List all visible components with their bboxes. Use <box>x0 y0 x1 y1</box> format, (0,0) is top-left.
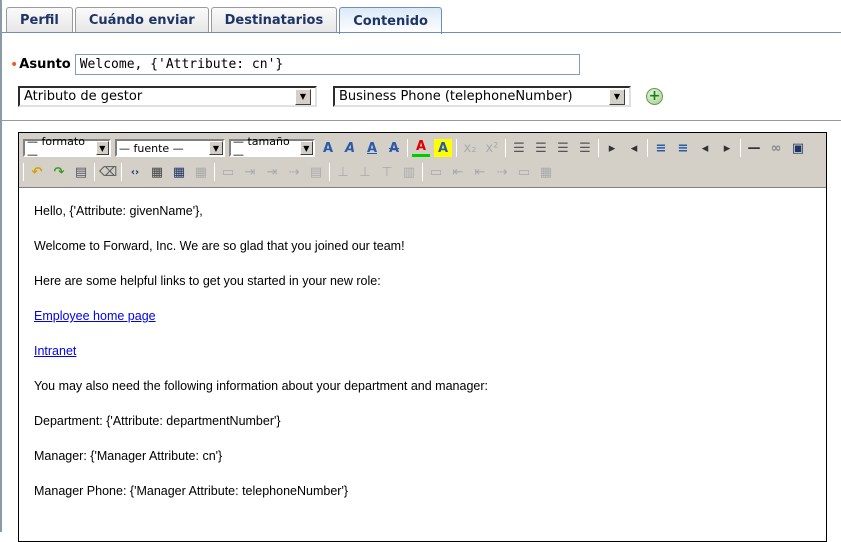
undo-icon[interactable]: ↶ <box>28 163 46 181</box>
ordered-list-icon[interactable]: ≡ <box>652 139 670 157</box>
manager-phone-text: Manager Phone: {'Manager Attribute: tele… <box>34 484 349 498</box>
column-icon[interactable]: ▥ <box>400 163 418 181</box>
chevron-down-icon: ▼ <box>299 141 313 155</box>
bullet-list-icon[interactable]: ≡ <box>674 139 692 157</box>
source-code-icon[interactable]: ‹› <box>126 163 144 181</box>
separator <box>214 163 215 181</box>
size-value: — tamaño — <box>233 135 290 161</box>
outdent-icon[interactable]: ◂ <box>696 139 714 157</box>
separator <box>598 139 599 157</box>
separator <box>407 139 408 157</box>
superscript-icon[interactable]: x² <box>483 139 501 157</box>
font-value: — fuente — <box>119 141 184 155</box>
bold-icon[interactable]: A <box>319 139 337 157</box>
tab-perfil[interactable]: Perfil <box>6 7 73 33</box>
insert-row-before-icon[interactable]: ⇥ <box>241 163 259 181</box>
manager-text: Manager: {'Manager Attribute: cn'} <box>34 449 223 463</box>
chevron-down-icon: ▼ <box>209 141 223 155</box>
table-properties-icon[interactable]: ▦ <box>170 163 188 181</box>
greeting-text: Hello, {'Attribute: givenName'}, <box>34 204 203 218</box>
rtl-icon[interactable]: ◂ <box>625 139 643 157</box>
highlight-icon[interactable]: A <box>434 139 452 157</box>
divider <box>2 120 841 121</box>
size-select[interactable]: — tamaño — ▼ <box>229 135 315 161</box>
insert-col-after-icon[interactable]: ⊥ <box>356 163 374 181</box>
insert-row-after-icon[interactable]: ⇥ <box>263 163 281 181</box>
tab-destinatarios[interactable]: Destinatarios <box>210 7 338 33</box>
copy-row-icon[interactable]: ⇤ <box>471 163 489 181</box>
subscript-icon[interactable]: x₂ <box>461 139 479 157</box>
attribute-select[interactable]: Business Phone (telephoneNumber) ▼ <box>333 86 631 107</box>
paste-row-icon[interactable]: ⇢ <box>493 163 511 181</box>
separator <box>94 163 95 181</box>
insert-col-before-icon[interactable]: ⊥ <box>334 163 352 181</box>
tab-contenido[interactable]: Contenido <box>339 7 442 34</box>
align-right-icon[interactable]: ☰ <box>554 139 572 157</box>
indent-icon[interactable]: ▸ <box>718 139 736 157</box>
image-icon[interactable]: ▣ <box>789 139 807 157</box>
delete-row-icon[interactable]: ⇢ <box>285 163 303 181</box>
department-text: Department: {'Attribute: departmentNumbe… <box>34 414 281 428</box>
split-cells-icon[interactable]: ▤ <box>307 163 325 181</box>
underline-icon[interactable]: A <box>363 139 381 157</box>
attribute-type-select[interactable]: Atributo de gestor ▼ <box>18 86 317 107</box>
separator <box>121 163 122 181</box>
format-select[interactable]: — formato — ▼ <box>23 135 111 161</box>
chevron-down-icon: ▼ <box>95 141 109 155</box>
separator <box>647 139 648 157</box>
info-intro-text: You may also need the following informat… <box>34 379 488 393</box>
delete-col-icon[interactable]: ⊤ <box>378 163 396 181</box>
link-icon[interactable]: ∞ <box>767 139 785 157</box>
font-color-icon[interactable]: A <box>412 139 430 157</box>
separator <box>23 163 24 181</box>
paste-text-icon[interactable]: ▤ <box>72 163 90 181</box>
welcome-text: Welcome to Forward, Inc. We are so glad … <box>34 239 405 253</box>
format-value: — formato — <box>27 135 85 161</box>
ltr-icon[interactable]: ▸ <box>603 139 621 157</box>
strikethrough-icon[interactable]: A <box>385 139 403 157</box>
table-cell-icon[interactable]: ▭ <box>515 163 533 181</box>
cut-row-icon[interactable]: ⇤ <box>449 163 467 181</box>
required-icon: • <box>10 56 19 73</box>
links-intro-text: Here are some helpful links to get you s… <box>34 274 381 288</box>
subject-label: Asunto <box>19 57 71 72</box>
editor-toolbar: — formato — ▼ — fuente — ▼ — tamaño — ▼ A A… <box>19 133 826 188</box>
subject-row: • Asunto <box>10 54 580 75</box>
separator <box>422 163 423 181</box>
italic-icon[interactable]: A <box>341 139 359 157</box>
attribute-value: Business Phone (telephoneNumber) <box>339 89 573 104</box>
horizontal-rule-icon[interactable]: — <box>745 139 763 157</box>
employee-home-link[interactable]: Employee home page <box>34 309 156 323</box>
attribute-type-value: Atributo de gestor <box>24 89 143 104</box>
intranet-link[interactable]: Intranet <box>34 344 76 358</box>
table-icon[interactable]: ▦ <box>148 163 166 181</box>
tab-cuando-enviar[interactable]: Cuándo enviar <box>74 7 209 33</box>
redo-icon[interactable]: ↷ <box>50 163 68 181</box>
font-select[interactable]: — fuente — ▼ <box>115 139 225 157</box>
add-attribute-icon[interactable]: + <box>646 88 663 105</box>
row-properties-icon[interactable]: ▭ <box>219 163 237 181</box>
tab-bar: Perfil Cuándo enviar Destinatarios Conte… <box>6 7 442 34</box>
align-left-icon[interactable]: ☰ <box>510 139 528 157</box>
table-grid-icon[interactable]: ▦ <box>537 163 555 181</box>
separator <box>329 163 330 181</box>
tab-divider <box>2 32 841 33</box>
cell-properties-icon[interactable]: ▦ <box>192 163 210 181</box>
subject-input[interactable] <box>74 54 580 75</box>
merge-cells-icon[interactable]: ▭ <box>427 163 445 181</box>
rich-text-editor: — formato — ▼ — fuente — ▼ — tamaño — ▼ A A… <box>18 132 827 542</box>
align-justify-icon[interactable]: ☰ <box>576 139 594 157</box>
editor-content[interactable]: Hello, {'Attribute: givenName'}, Welcome… <box>19 188 826 515</box>
separator <box>740 139 741 157</box>
separator <box>456 139 457 157</box>
eraser-icon[interactable]: ⌫ <box>99 163 117 181</box>
chevron-down-icon: ▼ <box>609 88 625 105</box>
chevron-down-icon: ▼ <box>295 88 311 105</box>
separator <box>505 139 506 157</box>
align-center-icon[interactable]: ☰ <box>532 139 550 157</box>
